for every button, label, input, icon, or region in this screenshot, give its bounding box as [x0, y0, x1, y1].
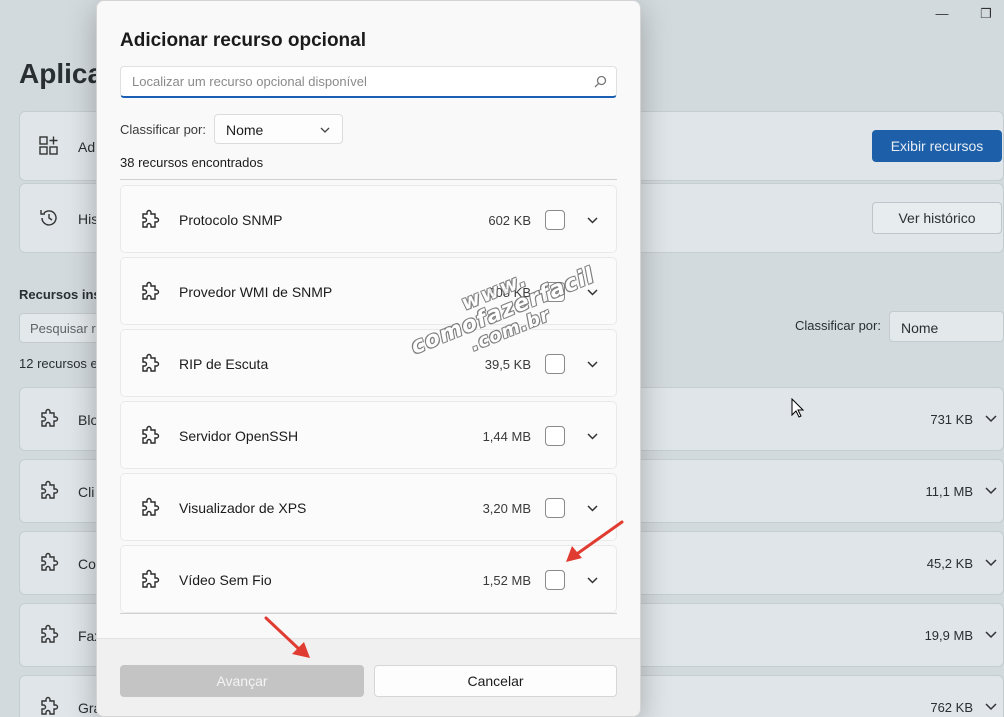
puzzle-icon: [142, 569, 160, 588]
feature-name: Servidor OpenSSH: [179, 428, 299, 444]
puzzle-icon: [41, 480, 59, 499]
view-features-button[interactable]: Exibir recursos: [872, 130, 1002, 162]
add-optional-feature-dialog: Adicionar recurso opcional Classificar p…: [96, 0, 641, 717]
puzzle-icon: [142, 353, 160, 372]
feature-checkbox[interactable]: [545, 570, 565, 590]
puzzle-icon: [142, 497, 160, 516]
puzzle-icon: [142, 281, 160, 300]
chevron-down-icon[interactable]: [983, 410, 999, 426]
add-feature-label: Ad: [78, 139, 96, 155]
feature-name: Protocolo SNMP: [179, 212, 283, 228]
puzzle-icon: [142, 425, 160, 444]
feature-item[interactable]: RIP de Escuta 39,5 KB: [120, 329, 617, 397]
chevron-down-icon[interactable]: [586, 214, 599, 227]
feature-size: 1,44 MB: [482, 429, 531, 444]
feature-size: 808 KB: [488, 285, 531, 300]
feature-checkbox[interactable]: [545, 210, 565, 230]
feature-size: 39,5 KB: [484, 357, 531, 372]
feature-item[interactable]: Provedor WMI de SNMP 808 KB: [120, 257, 617, 325]
feature-checkbox[interactable]: [545, 282, 565, 302]
chevron-down-icon[interactable]: [983, 626, 999, 642]
puzzle-icon: [41, 696, 59, 715]
cancel-button[interactable]: Cancelar: [374, 665, 617, 697]
installed-row-size: 45,2 KB: [926, 556, 973, 571]
add-grid-icon: [38, 135, 60, 157]
installed-row-size: 731 KB: [930, 412, 973, 427]
installed-row-size: 19,9 MB: [924, 628, 973, 643]
view-history-button[interactable]: Ver histórico: [872, 202, 1002, 234]
chevron-down-icon[interactable]: [586, 358, 599, 371]
feature-list: Protocolo SNMP 602 KB Provedor WMI de SN…: [120, 185, 617, 617]
page-title: Aplica: [19, 58, 104, 89]
feature-name: Provedor WMI de SNMP: [179, 284, 333, 300]
history-icon: [38, 207, 60, 229]
chevron-down-icon[interactable]: [586, 286, 599, 299]
installed-count: 12 recursos e: [19, 356, 98, 371]
chevron-down-icon: [320, 127, 330, 133]
chevron-down-icon[interactable]: [586, 430, 599, 443]
chevron-down-icon[interactable]: [586, 502, 599, 515]
feature-size: 3,20 MB: [482, 501, 531, 516]
chevron-down-icon[interactable]: [983, 482, 999, 498]
installed-row-label: Co: [78, 556, 96, 572]
feature-item[interactable]: Protocolo SNMP 602 KB: [120, 185, 617, 253]
feature-search-box[interactable]: [120, 66, 617, 98]
dialog-title: Adicionar recurso opcional: [120, 30, 366, 51]
installed-sort-value: Nome: [901, 320, 939, 336]
installed-row-size: 762 KB: [930, 700, 973, 715]
feature-item[interactable]: Vídeo Sem Fio 1,52 MB: [120, 545, 617, 613]
search-icon[interactable]: [594, 75, 607, 88]
chevron-down-icon[interactable]: [983, 698, 999, 714]
chevron-down-icon[interactable]: [586, 574, 599, 587]
puzzle-icon: [41, 408, 59, 427]
feature-checkbox[interactable]: [545, 354, 565, 374]
feature-size: 602 KB: [488, 213, 531, 228]
sort-select[interactable]: Nome: [214, 114, 343, 144]
minimize-icon[interactable]: —: [934, 6, 950, 22]
puzzle-icon: [41, 624, 59, 643]
next-button[interactable]: Avançar: [120, 665, 364, 697]
feature-search-input[interactable]: [121, 67, 581, 96]
window-controls: — ❐: [934, 6, 994, 22]
feature-checkbox[interactable]: [545, 426, 565, 446]
dialog-footer: Avançar Cancelar: [97, 638, 640, 716]
results-count: 38 recursos encontrados: [120, 155, 264, 170]
installed-row-label: Cli: [78, 484, 95, 500]
installed-sort-label: Classificar por:: [795, 318, 881, 333]
installed-features-heading: Recursos ins: [19, 287, 101, 302]
mouse-cursor-icon: [791, 398, 805, 418]
feature-name: RIP de Escuta: [179, 356, 269, 372]
installed-sort-select[interactable]: Nome: [889, 311, 1004, 342]
installed-row-size: 11,1 MB: [925, 484, 973, 499]
puzzle-icon: [41, 552, 59, 571]
restore-icon[interactable]: ❐: [978, 6, 994, 22]
sort-label: Classificar por:: [120, 122, 206, 137]
feature-size: 1,52 MB: [482, 573, 531, 588]
sort-value: Nome: [226, 122, 264, 138]
feature-item[interactable]: Servidor OpenSSH 1,44 MB: [120, 401, 617, 469]
feature-checkbox[interactable]: [545, 498, 565, 518]
feature-name: Visualizador de XPS: [179, 500, 307, 516]
puzzle-icon: [142, 209, 160, 228]
chevron-down-icon[interactable]: [983, 554, 999, 570]
feature-item[interactable]: Visualizador de XPS 3,20 MB: [120, 473, 617, 541]
list-divider: [120, 179, 617, 180]
feature-name: Vídeo Sem Fio: [179, 572, 272, 588]
list-divider: [120, 613, 617, 614]
